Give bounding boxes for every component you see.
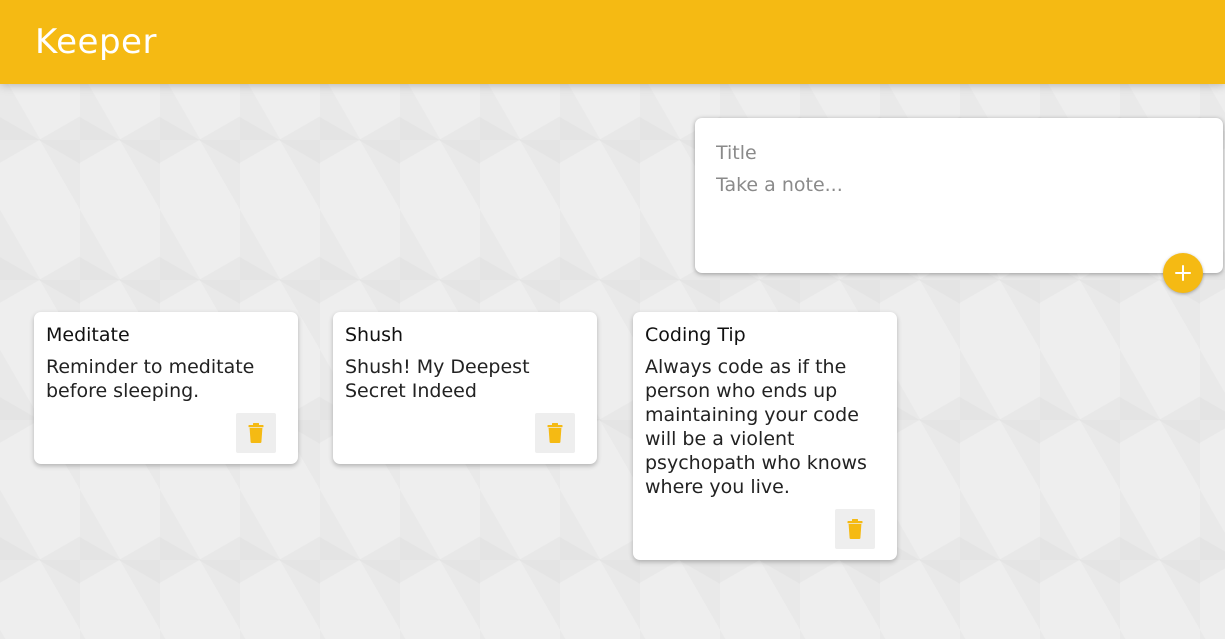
create-note-form	[695, 118, 1223, 273]
add-note-button[interactable]	[1163, 253, 1203, 293]
note-content: Always code as if the person who ends up…	[645, 356, 867, 498]
note-title: Meditate	[46, 324, 130, 346]
trash-icon	[547, 423, 563, 443]
app-header: Keeper	[0, 0, 1225, 84]
note-card: Coding Tip Always code as if the person …	[633, 312, 897, 560]
note-content: Reminder to meditate before sleeping.	[46, 356, 255, 402]
note-title-input[interactable]	[716, 140, 1196, 166]
trash-icon	[847, 519, 863, 539]
note-card: Shush Shush! My Deepest Secret Indeed	[333, 312, 597, 464]
trash-icon	[248, 423, 264, 443]
note-content-input[interactable]	[716, 174, 1196, 254]
plus-icon	[1175, 265, 1191, 281]
note-card: Meditate Reminder to meditate before sle…	[34, 312, 298, 464]
delete-note-button[interactable]	[535, 413, 575, 453]
note-content: Shush! My Deepest Secret Indeed	[345, 356, 530, 402]
note-title: Shush	[345, 324, 404, 346]
delete-note-button[interactable]	[236, 413, 276, 453]
note-title: Coding Tip	[645, 324, 746, 346]
delete-note-button[interactable]	[835, 509, 875, 549]
app-title: Keeper	[35, 22, 157, 62]
